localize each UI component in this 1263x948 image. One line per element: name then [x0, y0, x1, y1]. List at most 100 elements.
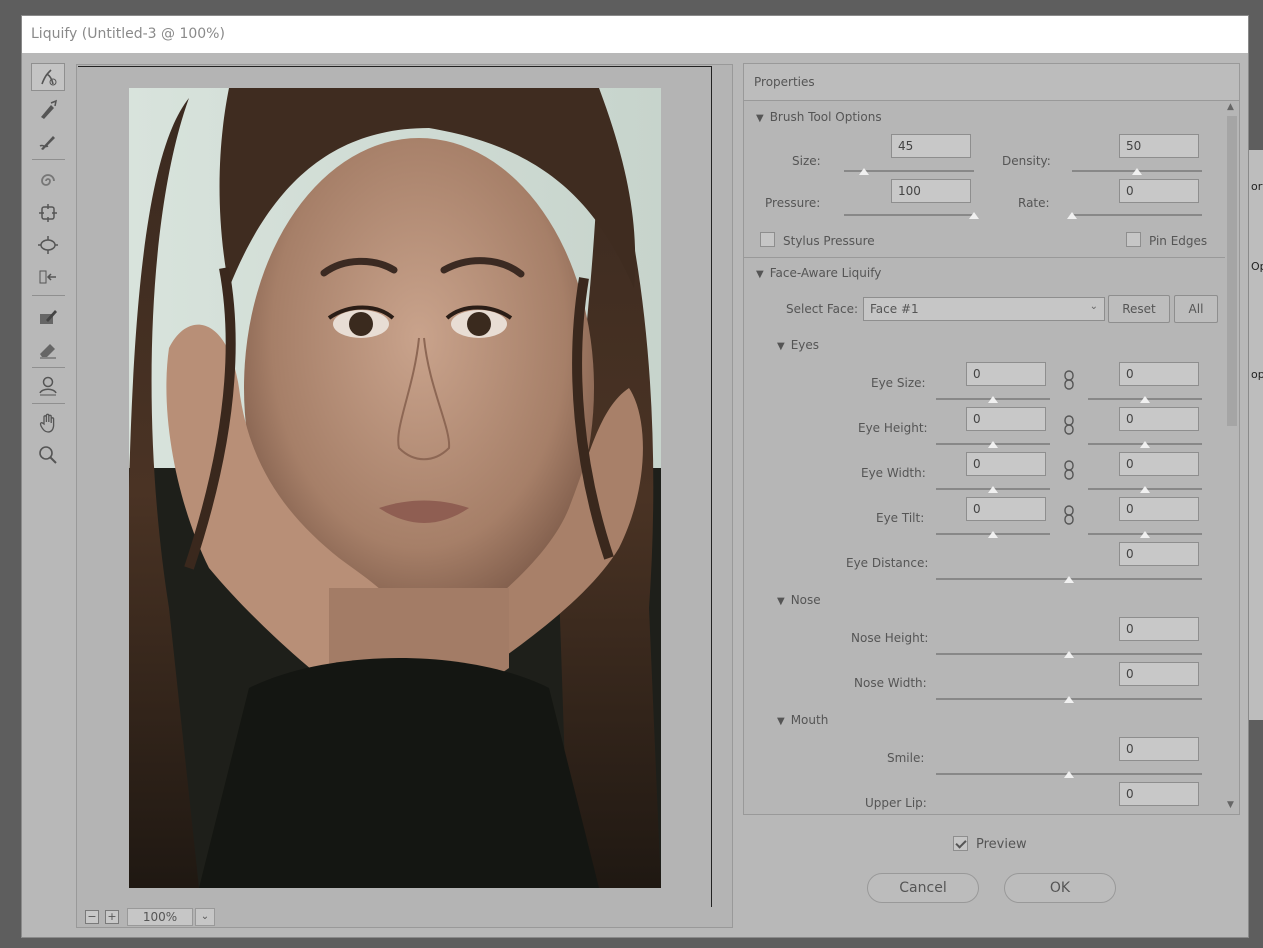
eye-distance-slider[interactable]	[936, 576, 1202, 586]
nose-heading[interactable]: ▼ Nose	[777, 593, 821, 607]
eye-width-right-field[interactable]: 0	[1119, 452, 1199, 476]
freeze-mask-tool[interactable]	[31, 303, 65, 331]
forward-warp-tool[interactable]	[31, 63, 65, 91]
eye-size-right-field[interactable]: 0	[1119, 362, 1199, 386]
preview-checkbox[interactable]	[953, 836, 968, 851]
eye-width-left-field[interactable]: 0	[966, 452, 1046, 476]
preview-canvas[interactable]	[78, 66, 712, 908]
section-divider	[744, 257, 1226, 258]
eye-width-right-slider[interactable]	[1088, 486, 1202, 496]
eyes-heading[interactable]: ▼ Eyes	[777, 338, 819, 352]
eye-size-left-field[interactable]: 0	[966, 362, 1046, 386]
zoom-icon	[39, 446, 57, 464]
pressure-slider[interactable]	[844, 212, 979, 222]
smooth-icon	[39, 136, 55, 150]
zoom-level-field[interactable]: 100%	[127, 908, 193, 926]
scroll-down-icon[interactable]: ▼	[1227, 800, 1234, 810]
zoom-dropdown[interactable]: ⌄	[195, 908, 215, 926]
select-face-dropdown[interactable]: Face #1 ⌄	[863, 297, 1105, 321]
collapse-triangle-icon: ▼	[756, 113, 764, 124]
rate-slider[interactable]	[1067, 212, 1202, 222]
eye-height-label: Eye Height:	[858, 421, 928, 435]
slider-thumb[interactable]	[858, 168, 869, 175]
slider-thumb[interactable]	[1140, 486, 1150, 493]
reset-button[interactable]: Reset	[1108, 295, 1170, 323]
rate-field[interactable]: 0	[1119, 179, 1199, 203]
face-icon	[39, 376, 57, 396]
slider-thumb[interactable]	[1064, 576, 1074, 583]
eye-width-left-slider[interactable]	[936, 486, 1050, 496]
density-field[interactable]: 50	[1119, 134, 1199, 158]
eye-tilt-right-field[interactable]: 0	[1119, 497, 1199, 521]
smooth-tool[interactable]	[31, 127, 65, 155]
stylus-pressure-checkbox[interactable]	[760, 232, 775, 247]
all-button[interactable]: All	[1174, 295, 1218, 323]
eye-tilt-left-slider[interactable]	[936, 531, 1050, 541]
link-icon[interactable]	[1062, 370, 1076, 390]
nose-width-slider[interactable]	[936, 696, 1202, 706]
scroll-thumb[interactable]	[1227, 116, 1237, 426]
push-left-tool[interactable]	[31, 263, 65, 291]
push-left-icon	[39, 270, 56, 284]
slider-thumb[interactable]	[1132, 168, 1142, 175]
pin-edges-checkbox[interactable]	[1126, 232, 1141, 247]
properties-scrollbar[interactable]: ▲ ▼	[1225, 102, 1239, 814]
eye-height-right-field[interactable]: 0	[1119, 407, 1199, 431]
pressure-field[interactable]: 100	[891, 179, 971, 203]
pucker-icon	[39, 204, 57, 222]
eye-size-left-slider[interactable]	[936, 396, 1050, 406]
size-field[interactable]: 45	[891, 134, 971, 158]
slider-thumb[interactable]	[1067, 212, 1077, 219]
ok-button[interactable]: OK	[1004, 873, 1116, 903]
slider-thumb[interactable]	[988, 486, 998, 493]
slider-thumb[interactable]	[1064, 696, 1074, 703]
smile-field[interactable]: 0	[1119, 737, 1199, 761]
eye-height-left-slider[interactable]	[936, 441, 1050, 451]
eye-height-left-field[interactable]: 0	[966, 407, 1046, 431]
bloat-tool[interactable]	[31, 231, 65, 259]
slider-thumb[interactable]	[1140, 396, 1150, 403]
slider-thumb[interactable]	[988, 441, 998, 448]
freeze-mask-icon	[40, 310, 57, 324]
eye-tilt-left-field[interactable]: 0	[966, 497, 1046, 521]
nose-height-slider[interactable]	[936, 651, 1202, 661]
link-icon[interactable]	[1062, 460, 1076, 480]
face-tool[interactable]	[31, 371, 65, 399]
mouth-heading[interactable]: ▼ Mouth	[777, 713, 828, 727]
collapse-triangle-icon: ▼	[777, 596, 785, 607]
brush-options-heading[interactable]: ▼ Brush Tool Options	[756, 110, 882, 124]
slider-thumb[interactable]	[988, 396, 998, 403]
hand-tool[interactable]	[31, 409, 65, 437]
slider-thumb[interactable]	[969, 212, 979, 219]
link-icon[interactable]	[1062, 415, 1076, 435]
eye-size-right-slider[interactable]	[1088, 396, 1202, 406]
density-slider[interactable]	[1072, 168, 1202, 178]
cancel-button[interactable]: Cancel	[867, 873, 979, 903]
title-bar[interactable]: Liquify (Untitled-3 @ 100%)	[22, 16, 1248, 53]
nose-height-field[interactable]: 0	[1119, 617, 1199, 641]
slider-thumb[interactable]	[1140, 531, 1150, 538]
eye-distance-field[interactable]: 0	[1119, 542, 1199, 566]
scroll-up-icon[interactable]: ▲	[1227, 102, 1234, 112]
nose-width-field[interactable]: 0	[1119, 662, 1199, 686]
bloat-icon	[38, 236, 58, 254]
zoom-in-button[interactable]: +	[105, 910, 119, 924]
slider-thumb[interactable]	[988, 531, 998, 538]
pucker-tool[interactable]	[31, 199, 65, 227]
eye-height-right-slider[interactable]	[1088, 441, 1202, 451]
smile-slider[interactable]	[936, 771, 1202, 781]
twirl-tool[interactable]	[31, 167, 65, 195]
face-aware-heading[interactable]: ▼ Face-Aware Liquify	[756, 266, 881, 280]
zoom-tool[interactable]	[31, 441, 65, 469]
upper-lip-field[interactable]: 0	[1119, 782, 1199, 806]
size-slider[interactable]	[844, 168, 974, 178]
reconstruct-tool[interactable]	[31, 96, 65, 124]
thaw-mask-tool[interactable]	[31, 335, 65, 363]
eye-tilt-right-slider[interactable]	[1088, 531, 1202, 541]
zoom-out-button[interactable]: −	[85, 910, 99, 924]
link-icon[interactable]	[1062, 505, 1076, 525]
slider-thumb[interactable]	[1064, 651, 1074, 658]
tool-separator	[32, 403, 65, 404]
slider-thumb[interactable]	[1140, 441, 1150, 448]
slider-thumb[interactable]	[1064, 771, 1074, 778]
